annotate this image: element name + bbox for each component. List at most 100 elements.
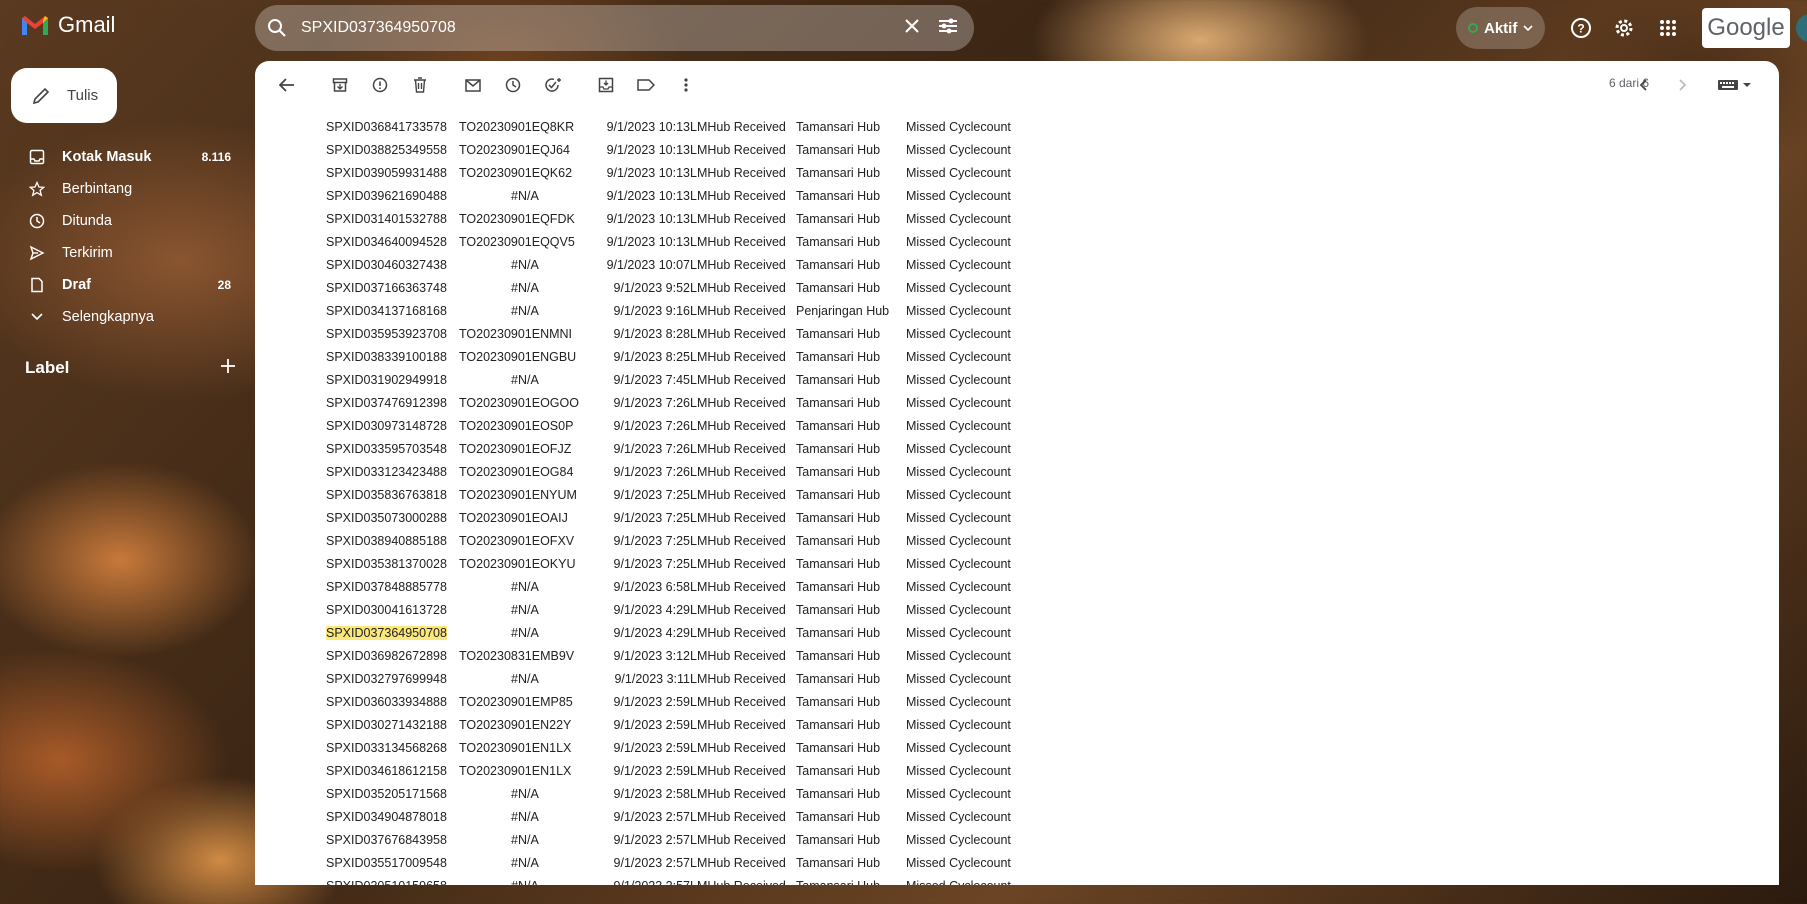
status-cell: LMHub Received	[690, 828, 796, 851]
sidebar-item-sent[interactable]: Terkirim	[0, 237, 250, 269]
transfer-order-cell-text: #N/A	[511, 280, 539, 295]
reason-cell: Missed Cyclecount	[906, 828, 1026, 851]
prev-page-icon[interactable]	[1625, 67, 1661, 103]
table-row: SPXID032797699948 #N/A 9/1/2023 3:11 LMHub …	[326, 667, 1026, 690]
transfer-order-cell-text: #N/A	[511, 188, 539, 203]
tracking-id-cell: SPXID032797699948	[326, 667, 459, 690]
apps-grid-icon[interactable]	[1654, 14, 1682, 42]
sidebar-nav: Kotak Masuk 8.116 Berbintang Ditunda Ter…	[0, 141, 250, 333]
reason-cell-text: Missed Cyclecount	[906, 832, 1011, 847]
reason-cell: Missed Cyclecount	[906, 299, 1026, 322]
status-cell-text: LMHub Received	[690, 556, 786, 571]
add-label-icon[interactable]	[221, 358, 235, 378]
clear-search-icon[interactable]	[904, 18, 920, 39]
timestamp-cell: 9/1/2023 7:45	[593, 368, 690, 391]
hub-cell: Tamansari Hub	[796, 207, 906, 230]
tracking-id-cell: SPXID031401532788	[326, 207, 459, 230]
timestamp-cell: 9/1/2023 2:59	[593, 759, 690, 782]
timestamp-cell: 9/1/2023 7:26	[593, 391, 690, 414]
sidebar-item-inbox[interactable]: Kotak Masuk 8.116	[0, 141, 250, 173]
status-cell-text: LMHub Received	[690, 533, 786, 548]
timestamp-cell: 9/1/2023 7:25	[593, 483, 690, 506]
archive-icon[interactable]	[322, 67, 358, 103]
inbox-icon	[28, 148, 46, 166]
tracking-id-cell-text: SPXID035517009548	[326, 855, 447, 870]
transfer-order-cell: TO20230901EQK62	[459, 161, 593, 184]
label-icon[interactable]	[628, 67, 664, 103]
search-input[interactable]	[299, 18, 904, 38]
sidebar-item-snoozed[interactable]: Ditunda	[0, 205, 250, 237]
timestamp-cell-text: 9/1/2023 10:13	[606, 119, 690, 134]
hub-cell-text: Penjaringan Hub	[796, 303, 890, 318]
table-row: SPXID034137168168 #N/A 9/1/2023 9:16 LMHub …	[326, 299, 1026, 322]
tracking-id-cell-text: SPXID030973148728	[326, 418, 447, 433]
status-cell-text: LMHub Received	[690, 855, 786, 870]
reason-cell-text: Missed Cyclecount	[906, 234, 1011, 249]
tracking-id-cell: SPXID036033934888	[326, 690, 459, 713]
search-options-icon[interactable]	[938, 18, 958, 39]
data-table: SPXID036841733578 TO20230901EQ8KR 9/1/2023…	[326, 115, 1026, 885]
hub-cell: Tamansari Hub	[796, 759, 906, 782]
hub-cell: Tamansari Hub	[796, 460, 906, 483]
timestamp-cell-text: 9/1/2023 7:26	[613, 418, 690, 433]
status-button[interactable]: Aktif	[1456, 7, 1546, 49]
timestamp-cell-text: 9/1/2023 7:26	[613, 395, 690, 410]
table-row: SPXID035073000288 TO20230901EOAIJ 9/1/2023…	[326, 506, 1026, 529]
tracking-id-cell: SPXID034640094528	[326, 230, 459, 253]
timestamp-cell-text: 9/1/2023 8:25	[613, 349, 690, 364]
timestamp-cell-text: 9/1/2023 2:57	[613, 855, 690, 870]
tracking-id-cell: SPXID030041613728	[326, 598, 459, 621]
avatar[interactable]	[1796, 14, 1807, 42]
status-cell: LMHub Received	[690, 414, 796, 437]
transfer-order-cell: TO20230901EMP85	[459, 690, 593, 713]
timestamp-cell-text: 9/1/2023 2:57	[613, 832, 690, 847]
draft-count: 28	[217, 278, 231, 292]
hub-cell-text: Tamansari Hub	[796, 510, 881, 525]
hub-cell-text: Tamansari Hub	[796, 418, 881, 433]
add-task-icon[interactable]	[535, 67, 571, 103]
timestamp-cell: 9/1/2023 10:13	[593, 138, 690, 161]
sidebar-item-label: Berbintang	[62, 181, 133, 197]
more-vertical-icon[interactable]	[668, 67, 704, 103]
tracking-id-cell: SPXID030271432188	[326, 713, 459, 736]
sidebar-item-starred[interactable]: Berbintang	[0, 173, 250, 205]
gear-icon[interactable]	[1610, 14, 1638, 42]
timestamp-cell: 9/1/2023 2:57	[593, 805, 690, 828]
snooze-icon[interactable]	[495, 67, 531, 103]
reason-cell: Missed Cyclecount	[906, 621, 1026, 644]
gmail-logo[interactable]: Gmail	[20, 12, 115, 38]
google-account-badge[interactable]: Google	[1702, 8, 1790, 48]
sidebar-item-drafts[interactable]: Draf 28	[0, 269, 250, 301]
help-icon[interactable]: ?	[1567, 14, 1595, 42]
compose-button[interactable]: Tulis	[11, 68, 117, 123]
transfer-order-cell-text: TO20230901EOS0P	[459, 418, 574, 433]
tracking-id-cell-text: SPXID035073000288	[326, 510, 447, 525]
labels-title: Label	[25, 358, 70, 377]
search-icon[interactable]	[265, 16, 289, 40]
tracking-id-cell-text: SPXID039621690488	[326, 188, 447, 203]
mark-unread-icon[interactable]	[455, 67, 491, 103]
status-cell-text: LMHub Received	[690, 510, 786, 525]
star-icon	[28, 180, 46, 198]
hub-cell: Tamansari Hub	[796, 529, 906, 552]
hub-cell-text: Tamansari Hub	[796, 855, 881, 870]
report-spam-icon[interactable]	[362, 67, 398, 103]
tracking-id-cell: SPXID038339100188	[326, 345, 459, 368]
tracking-id-cell-text: SPXID035205171568	[326, 786, 447, 801]
timestamp-cell: 9/1/2023 4:29	[593, 598, 690, 621]
status-cell-text: LMHub Received	[690, 234, 786, 249]
transfer-order-cell: TO20230901EQFDK	[459, 207, 593, 230]
hub-cell: Tamansari Hub	[796, 391, 906, 414]
sidebar-item-more[interactable]: Selengkapnya	[0, 301, 250, 333]
reason-cell: Missed Cyclecount	[906, 207, 1026, 230]
back-icon[interactable]	[269, 67, 305, 103]
tracking-id-cell-text: SPXID037364950708	[326, 625, 447, 640]
tracking-id-cell-text: SPXID038825349558	[326, 142, 447, 157]
input-tools-keyboard-icon[interactable]	[1705, 67, 1765, 103]
move-to-icon[interactable]	[588, 67, 624, 103]
next-page-icon[interactable]	[1665, 67, 1701, 103]
timestamp-cell-text: 9/1/2023 7:45	[613, 372, 690, 387]
hub-cell: Tamansari Hub	[796, 115, 906, 138]
trash-icon[interactable]	[402, 67, 438, 103]
transfer-order-cell: #N/A	[459, 253, 593, 276]
